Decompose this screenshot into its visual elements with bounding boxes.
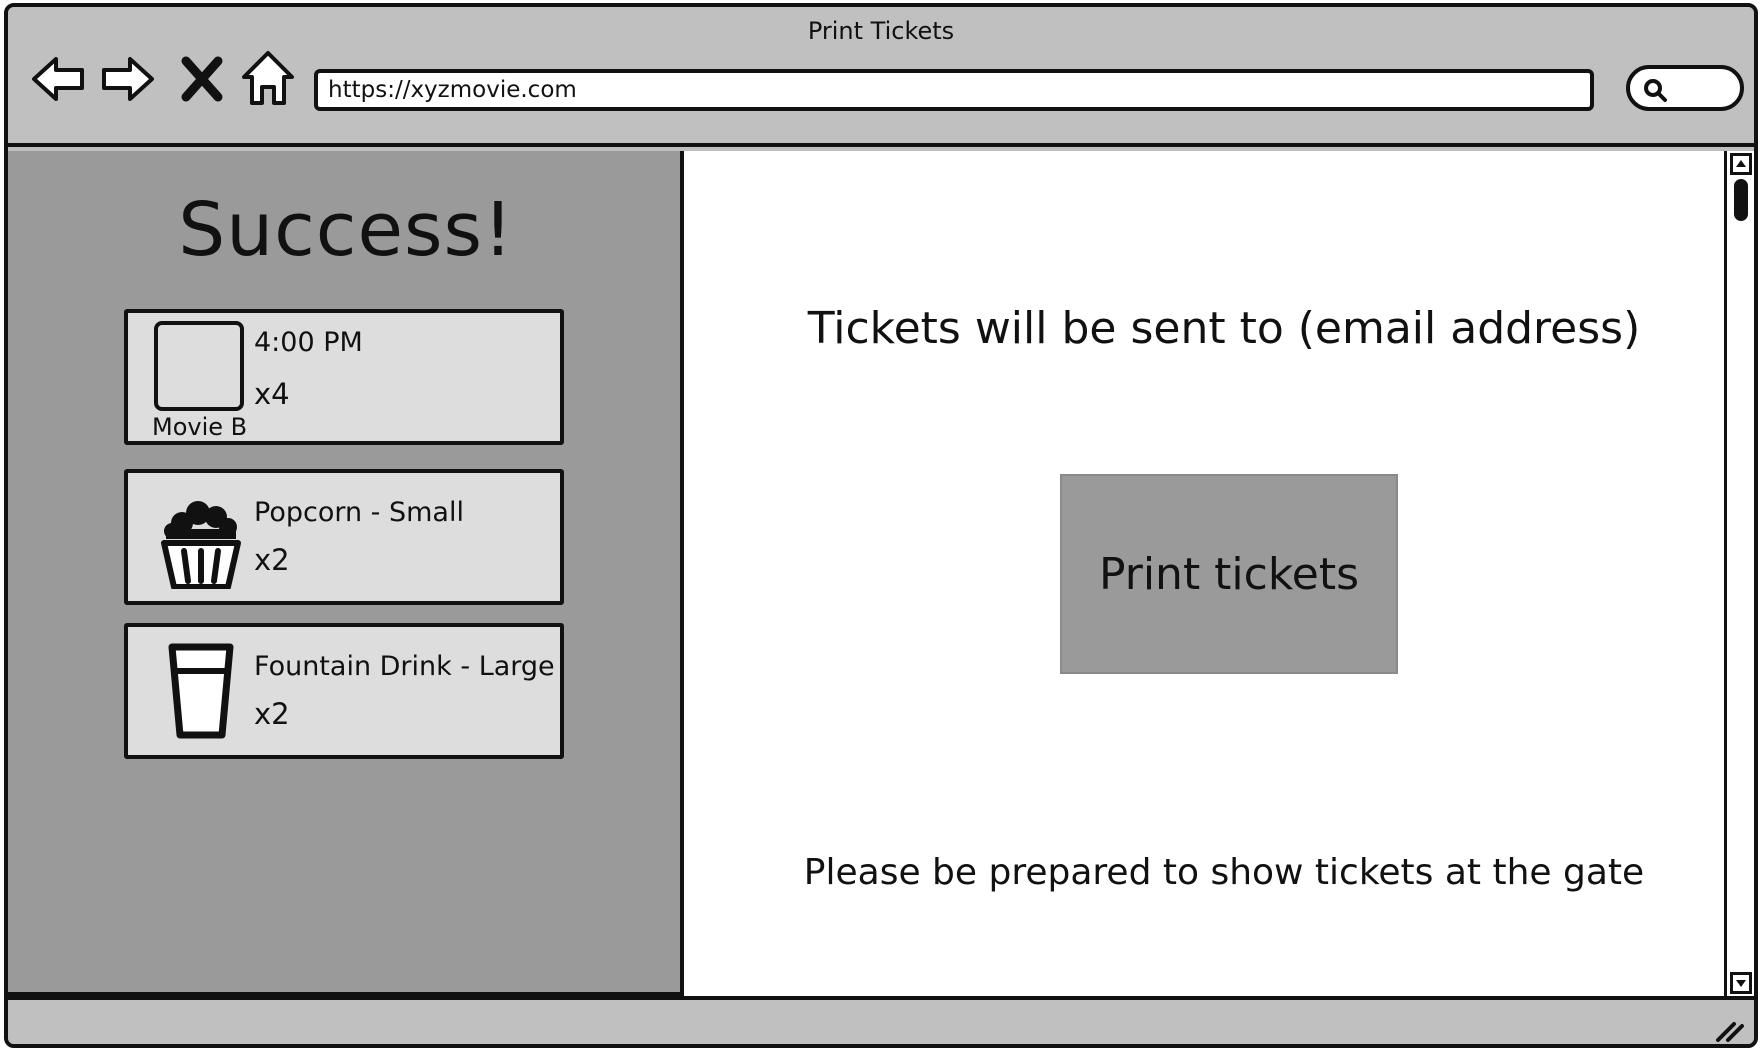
showtime: 4:00 PM [254, 327, 363, 358]
scroll-up-button[interactable] [1730, 153, 1752, 175]
home-icon [242, 51, 294, 105]
stop-button[interactable] [178, 47, 226, 111]
search-field[interactable] [1626, 65, 1744, 111]
search-icon [1644, 79, 1667, 102]
ticket-quantity: x4 [254, 377, 290, 411]
resize-grip-icon[interactable] [1714, 1012, 1746, 1044]
caret-up-icon [1736, 160, 1746, 167]
movie-poster-placeholder [154, 321, 244, 411]
status-bar [8, 996, 1754, 1044]
success-heading: Success! [178, 187, 514, 273]
address-bar[interactable]: https://xyzmovie.com [314, 69, 1594, 111]
forward-arrow-icon [102, 57, 154, 101]
snack-item: Popcorn - Small x2 [124, 469, 564, 605]
email-delivery-message: Tickets will be sent to (email address) [807, 303, 1641, 354]
main-content: Tickets will be sent to (email address) … [684, 151, 1724, 996]
drink-item: Fountain Drink - Large x2 [124, 623, 564, 759]
movie-title: Movie B [152, 413, 248, 441]
close-icon [181, 56, 223, 102]
window-title: Print Tickets [807, 17, 955, 45]
scroll-down-button[interactable] [1730, 972, 1752, 994]
snack-name: Popcorn - Small [254, 497, 464, 528]
caret-down-icon [1736, 980, 1746, 987]
drink-name: Fountain Drink - Large [254, 651, 555, 682]
gate-instruction: Please be prepared to show tickets at th… [803, 852, 1645, 893]
browser-toolbar: Print Tickets https://xyzmovie.com [8, 7, 1754, 147]
popcorn-icon [161, 501, 241, 589]
snack-quantity: x2 [254, 543, 290, 577]
browser-window: Print Tickets https://xyzmovie.com Succe… [4, 3, 1758, 1048]
print-tickets-button[interactable]: Print tickets [1060, 474, 1398, 674]
drink-cup-icon [168, 643, 234, 739]
movie-ticket-item: Movie B 4:00 PM x4 [124, 309, 564, 445]
back-button[interactable] [28, 47, 92, 111]
drink-quantity: x2 [254, 697, 290, 731]
forward-button[interactable] [94, 47, 158, 111]
order-summary-panel: Success! Movie B 4:00 PM x4 Popcorn - Sm… [8, 151, 684, 996]
back-arrow-icon [32, 57, 84, 101]
home-button[interactable] [236, 47, 300, 111]
vertical-scrollbar[interactable] [1724, 151, 1754, 996]
scrollbar-thumb[interactable] [1734, 179, 1748, 221]
